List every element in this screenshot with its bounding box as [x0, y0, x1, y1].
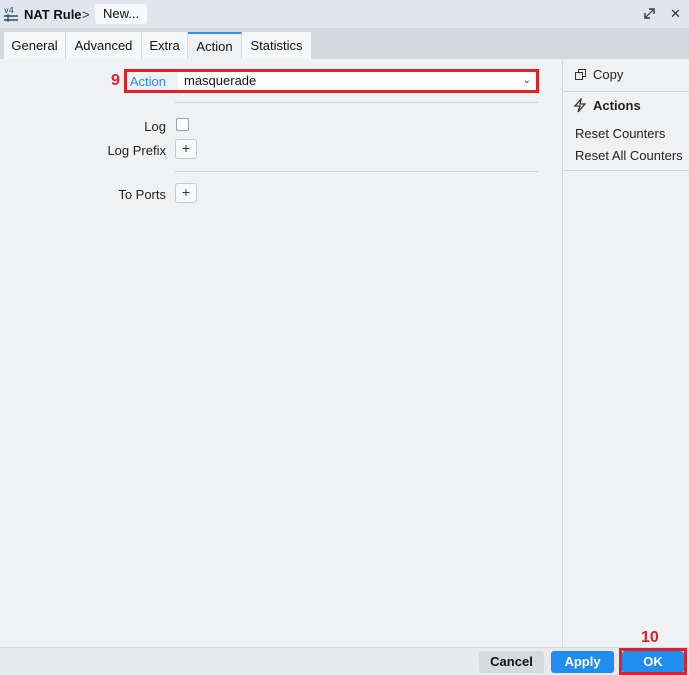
- reset-counters-button[interactable]: Reset Counters: [575, 126, 665, 141]
- tab-action[interactable]: Action: [188, 32, 242, 59]
- divider: [175, 102, 538, 103]
- title-bar: v4 NAT Rule > New... ✕: [0, 0, 689, 29]
- action-select-value: masquerade: [184, 73, 257, 88]
- app-badge: v4: [4, 6, 14, 15]
- chevron-down-icon: ⌄: [522, 75, 531, 86]
- tab-extra[interactable]: Extra: [142, 32, 188, 59]
- action-select[interactable]: masquerade ⌄: [178, 72, 536, 90]
- breadcrumb-title[interactable]: NAT Rule: [24, 7, 82, 22]
- tab-general[interactable]: General: [4, 32, 66, 59]
- tab-advanced[interactable]: Advanced: [66, 32, 142, 59]
- add-to-ports-button[interactable]: +: [175, 183, 197, 203]
- tab-bar: General Advanced Extra Action Statistics: [0, 29, 689, 59]
- breadcrumb-current: New...: [95, 4, 148, 24]
- log-prefix-label: Log Prefix: [107, 143, 166, 158]
- ip-firewall-icon: v4: [4, 6, 18, 22]
- log-checkbox[interactable]: [176, 118, 189, 131]
- add-log-prefix-button[interactable]: +: [175, 139, 197, 159]
- cancel-button[interactable]: Cancel: [479, 651, 544, 673]
- log-label: Log: [144, 119, 166, 134]
- to-ports-label: To Ports: [118, 187, 166, 202]
- tab-statistics[interactable]: Statistics: [242, 32, 312, 59]
- action-label: Action: [129, 74, 166, 89]
- step-annotation-10: 10: [641, 629, 659, 646]
- actions-heading: Actions: [593, 98, 641, 113]
- lightning-icon: [573, 98, 587, 113]
- ok-highlight-box: [619, 648, 687, 675]
- reset-all-counters-button[interactable]: Reset All Counters: [575, 148, 683, 163]
- apply-button[interactable]: Apply: [551, 651, 614, 673]
- form-panel: [0, 59, 563, 647]
- breadcrumb-separator: >: [82, 7, 90, 22]
- divider: [175, 171, 538, 172]
- side-panel: Copy Actions Reset Counters Reset All Co…: [562, 59, 689, 647]
- restore-window-icon[interactable]: [643, 7, 656, 20]
- divider: [563, 91, 689, 92]
- close-icon[interactable]: ✕: [669, 6, 682, 21]
- divider: [563, 170, 689, 171]
- step-annotation-9: 9: [111, 72, 120, 89]
- copy-icon: [575, 69, 586, 80]
- copy-button[interactable]: Copy: [593, 67, 623, 82]
